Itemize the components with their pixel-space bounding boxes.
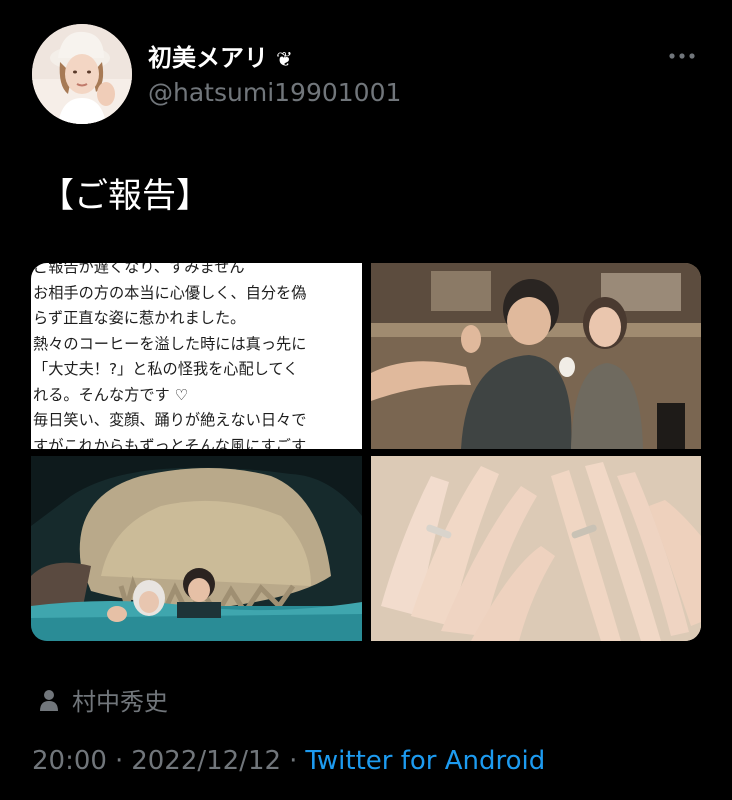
more-options-button[interactable] — [666, 46, 698, 66]
note-line: すがこれからもずっとそんな風にすごす — [33, 436, 307, 450]
note-line: ご報告が遅くなり、すみません — [33, 263, 245, 276]
person-icon — [40, 689, 58, 711]
note-line: 「大丈夫！?」と私の怪我を心配してく — [33, 360, 299, 378]
note-line: 熱々のコーヒーを溢した時には真っ先に — [33, 334, 307, 353]
note-line: れる。そんな方です ♡ — [33, 385, 189, 404]
display-name[interactable]: 初美メアリ ❦ — [148, 38, 293, 73]
meta-separator: · — [114, 746, 124, 776]
tweet-time[interactable]: 20:00 — [32, 746, 107, 776]
author-tag[interactable]: 村中秀史 — [38, 682, 168, 717]
author-name: 村中秀史 — [72, 688, 168, 716]
tweet-source-link[interactable]: Twitter for Android — [305, 746, 545, 776]
note-line: 毎日笑い、変顔、踊りが絶えない日々で — [33, 411, 307, 429]
media-cave-swim-photo[interactable] — [31, 456, 362, 641]
tweet-date[interactable]: 2022/12/12 — [131, 746, 281, 776]
media-wedding-rings-photo[interactable] — [371, 456, 701, 641]
avatar-photo-icon — [32, 24, 132, 124]
more-dots-icon — [669, 53, 695, 59]
avatar[interactable] — [32, 24, 132, 124]
media-couple-photo[interactable] — [371, 263, 701, 449]
rings-photo-icon — [371, 456, 701, 641]
meta-separator: · — [289, 746, 298, 776]
media-grid: ご報告が遅くなり、すみません お相手の方の本当に心優しく、自分を偽 らず正直な姿… — [31, 263, 701, 641]
tweet-text: 【ご報告】 — [40, 176, 210, 216]
media-note-screenshot[interactable]: ご報告が遅くなり、すみません お相手の方の本当に心優しく、自分を偽 らず正直な姿… — [31, 263, 362, 449]
note-line: お相手の方の本当に心優しく、自分を偽 — [33, 283, 307, 302]
note-text: ご報告が遅くなり、すみません お相手の方の本当に心優しく、自分を偽 らず正直な姿… — [31, 263, 362, 449]
display-name-text: 初美メアリ — [148, 44, 268, 72]
couple-photo-icon — [371, 263, 701, 449]
user-handle[interactable]: @hatsumi19901001 — [148, 78, 401, 107]
cave-photo-icon — [31, 456, 362, 641]
tweet-meta: 20:00 · 2022/12/12 · Twitter for Android — [32, 746, 545, 776]
note-line: らず正直な姿に惹かれました。 — [33, 309, 246, 327]
heart-emoji-icon: ❦ — [276, 47, 293, 71]
